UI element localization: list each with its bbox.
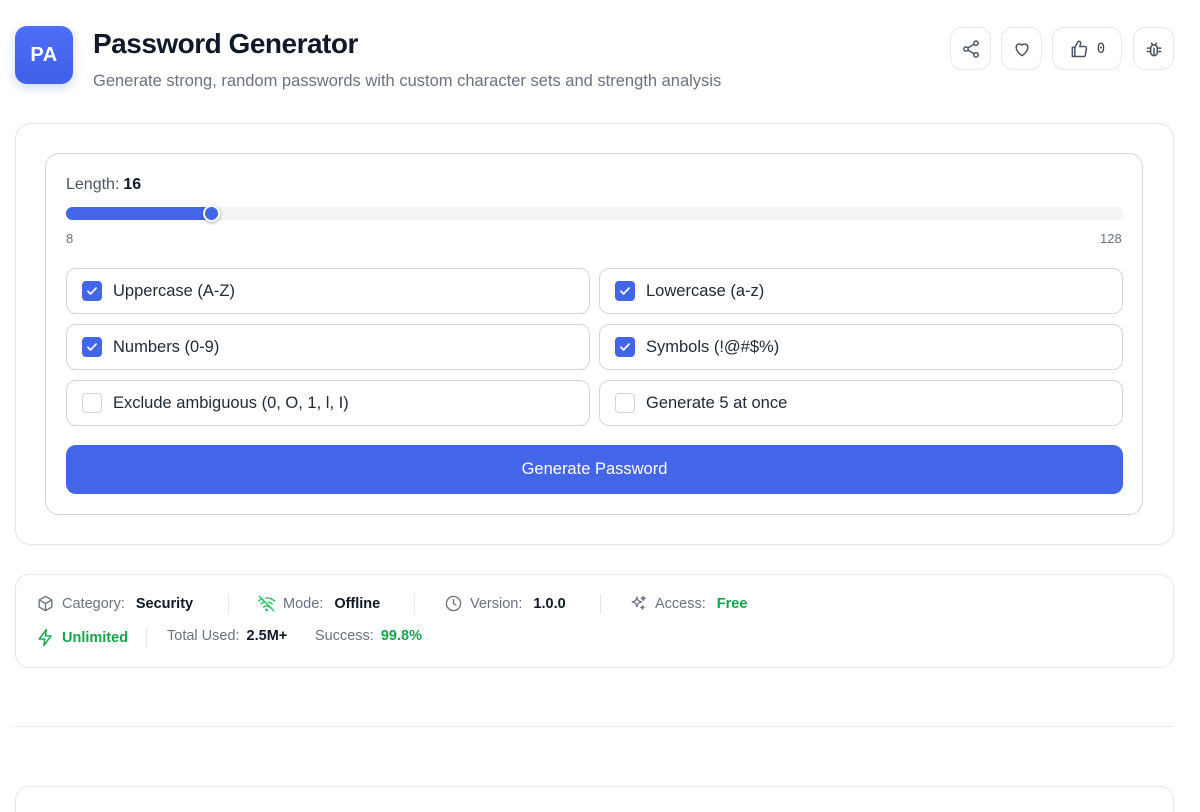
tool-info-card <box>15 574 1174 668</box>
page-subtitle: Generate strong, random passwords with c… <box>93 72 722 90</box>
length-slider[interactable] <box>66 205 1123 222</box>
option-lowercase[interactable]: Lowercase (a-z) <box>599 268 1123 314</box>
box-icon <box>38 595 53 612</box>
uppercase-checkbox[interactable] <box>82 281 102 301</box>
like-button[interactable]: 0 <box>1052 27 1122 70</box>
clock-icon <box>445 595 462 612</box>
option-uppercase[interactable]: Uppercase (A-Z) <box>66 268 590 314</box>
generate-password-button[interactable]: Generate Password <box>66 445 1123 494</box>
info-access: Access: Free <box>629 594 747 613</box>
option-label: Uppercase (A-Z) <box>113 281 235 300</box>
option-label: Lowercase (a-z) <box>646 281 765 300</box>
slider-max-label: 128 <box>1100 231 1122 246</box>
info-unlimited: Unlimited <box>36 628 128 647</box>
option-exclude-ambiguous[interactable]: Exclude ambiguous (0, O, 1, l, I) <box>66 380 590 426</box>
sparkles-icon <box>631 595 646 610</box>
divider <box>414 594 415 614</box>
like-count: 0 <box>1096 40 1106 57</box>
divider <box>228 594 229 614</box>
option-label: Symbols (!@#$%) <box>646 337 780 356</box>
length-value: 16 <box>123 176 142 193</box>
app-logo-badge: PA <box>15 26 73 84</box>
divider <box>146 628 147 648</box>
option-label: Generate 5 at once <box>646 393 788 412</box>
exclude-ambiguous-checkbox[interactable] <box>82 393 102 413</box>
length-slider-thumb[interactable] <box>202 205 220 222</box>
info-mode: Mode: Offline <box>257 594 380 613</box>
generate-five-checkbox[interactable] <box>615 393 635 413</box>
option-label: Exclude ambiguous (0, O, 1, l, I) <box>113 393 349 412</box>
info-total-used: Total Used: 2.5M+ <box>167 628 288 644</box>
results-card <box>15 786 1174 812</box>
share-button[interactable] <box>950 27 991 70</box>
option-generate-five[interactable]: Generate 5 at once <box>599 380 1123 426</box>
lowercase-checkbox[interactable] <box>615 281 635 301</box>
divider <box>600 594 601 614</box>
numbers-checkbox[interactable] <box>82 337 102 357</box>
report-bug-button[interactable] <box>1133 27 1174 70</box>
slider-min-label: 8 <box>66 231 74 246</box>
heart-icon <box>1014 42 1029 56</box>
option-numbers[interactable]: Numbers (0-9) <box>66 324 590 370</box>
thumbs-up-icon <box>1071 40 1088 57</box>
info-success: Success: 99.8% <box>315 628 422 644</box>
length-slider-fill <box>66 207 212 220</box>
bug-icon <box>1146 41 1161 56</box>
favorite-button[interactable] <box>1001 27 1042 70</box>
page-title: Password Generator <box>93 28 358 59</box>
length-label: Length: 16 <box>66 176 142 193</box>
info-version: Version: 1.0.0 <box>444 594 566 613</box>
wifi-off-icon <box>257 595 276 612</box>
share-icon <box>962 39 979 58</box>
lightning-icon <box>38 628 52 647</box>
option-label: Numbers (0-9) <box>113 337 220 356</box>
option-symbols[interactable]: Symbols (!@#$%) <box>599 324 1123 370</box>
symbols-checkbox[interactable] <box>615 337 635 357</box>
section-divider <box>15 726 1174 727</box>
info-category: Category: Security <box>36 594 193 613</box>
